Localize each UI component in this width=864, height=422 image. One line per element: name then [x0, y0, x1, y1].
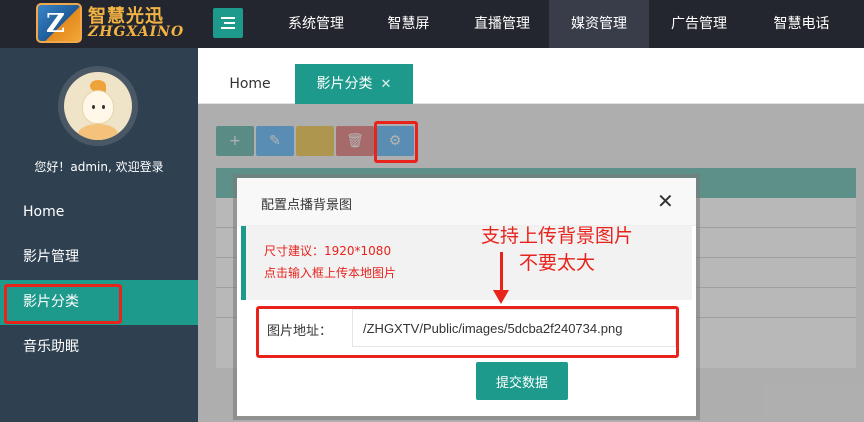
annotation-line2: 不要太大: [518, 252, 595, 274]
hamburger-icon-line: [224, 22, 235, 24]
avatar-eye: [102, 105, 105, 109]
sidebar-item-home[interactable]: Home: [0, 190, 198, 235]
tab-bar: Home 影片分类 ✕: [198, 48, 864, 104]
avatar[interactable]: [58, 66, 138, 146]
dialog-header: 配置点播背景图 ✕: [237, 178, 696, 226]
avatar-image: [64, 72, 132, 140]
close-icon[interactable]: ✕: [381, 77, 392, 92]
nav-item-system[interactable]: 系统管理: [270, 0, 362, 48]
logo-mark-icon: Z: [36, 3, 82, 43]
image-url-input[interactable]: [352, 309, 676, 347]
top-nav: 系统管理 智慧屏 直播管理 媒资管理 广告管理 智慧电话: [270, 0, 854, 48]
avatar-face: [82, 90, 114, 124]
nav-item-media[interactable]: 媒资管理: [549, 0, 649, 48]
highlight-box-sidebar: [4, 284, 122, 324]
tab-home[interactable]: Home: [214, 64, 286, 104]
brand-logo[interactable]: Z 智慧光迅 ZHGXAINO: [36, 0, 186, 46]
hamburger-icon: [221, 17, 235, 19]
config-dialog: 配置点播背景图 ✕ 尺寸建议：1920*1080 点击输入框上传本地图片: [237, 178, 696, 416]
nav-item-smart-screen[interactable]: 智慧屏: [362, 0, 455, 48]
highlight-box-settings: [374, 121, 418, 163]
sidebar-item-music-sleep[interactable]: 音乐助眠: [0, 325, 198, 370]
brand-name-en: ZHGXAINO: [88, 24, 185, 40]
annotation-line1: 支持上传背景图片: [480, 225, 633, 247]
menu-toggle-button[interactable]: [213, 8, 243, 38]
sidebar-item-movies[interactable]: 影片管理: [0, 235, 198, 280]
avatar-body: [78, 124, 118, 140]
annotation-arrow-head: [493, 290, 509, 304]
logo-mark-letter: Z: [46, 9, 65, 39]
top-navbar: Z 智慧光迅 ZHGXAINO 系统管理 智慧屏 直播管理 媒资管理 广告管理 …: [0, 0, 864, 48]
nav-item-live[interactable]: 直播管理: [455, 0, 549, 48]
tab-movie-category[interactable]: 影片分类 ✕: [295, 64, 413, 104]
sidebar: 您好！admin, 欢迎登录 Home 影片管理 影片分类 音乐助眠: [0, 48, 198, 422]
image-url-label: 图片地址：: [267, 324, 333, 339]
notice-hint: 点击输入框上传本地图片: [264, 266, 397, 280]
tab-label: 影片分类: [316, 76, 373, 92]
nav-item-phone[interactable]: 智慧电话: [749, 0, 854, 48]
annotation-arrow: [500, 252, 503, 292]
avatar-eye: [92, 105, 95, 109]
welcome-text: 您好！admin, 欢迎登录: [34, 160, 164, 174]
hamburger-icon-line: [221, 27, 235, 29]
notice-size: 尺寸建议：1920*1080: [264, 244, 392, 258]
dialog-title: 配置点播背景图: [261, 198, 353, 213]
nav-item-ads[interactable]: 广告管理: [649, 0, 749, 48]
submit-button[interactable]: 提交数据: [476, 362, 568, 400]
close-icon[interactable]: ✕: [657, 190, 674, 212]
